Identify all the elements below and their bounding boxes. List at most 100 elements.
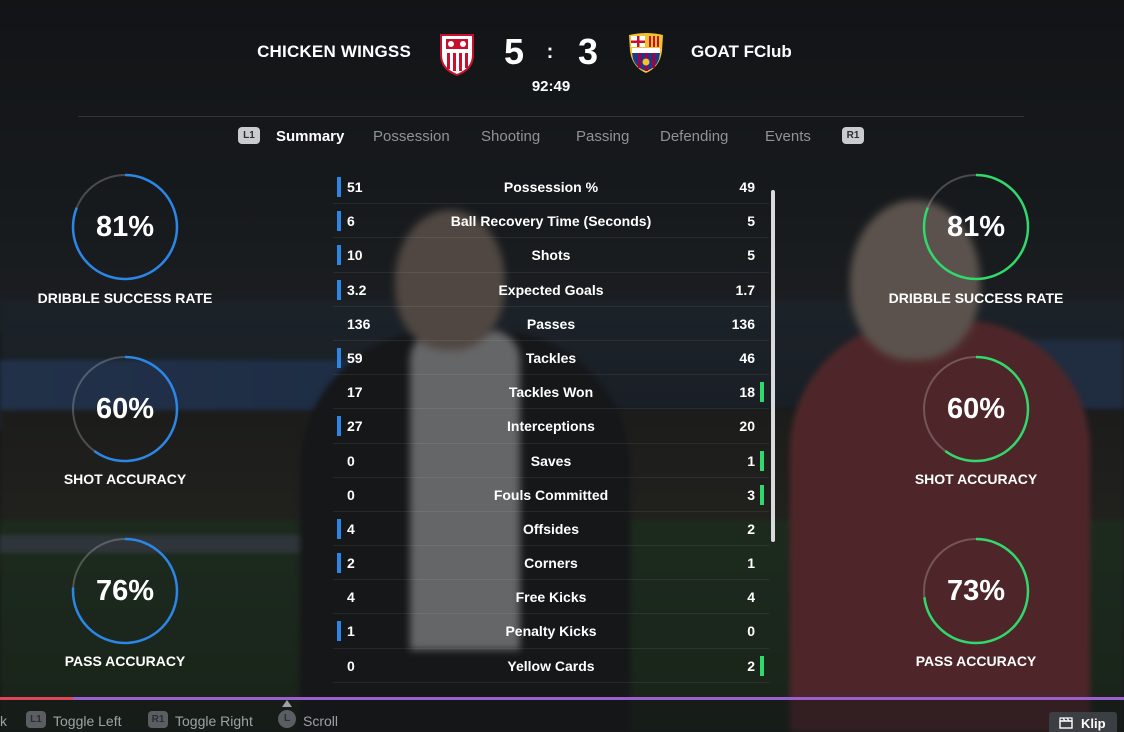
home-stat-value: 4 (347, 589, 355, 606)
tab-defending[interactable]: Defending (660, 128, 728, 145)
away-stat-value: 2 (747, 657, 755, 674)
hint-toggle-left[interactable]: Toggle Left (53, 713, 122, 729)
home-lead-bar (337, 177, 341, 197)
stat-label: Free Kicks (515, 589, 587, 606)
left-stick-icon: L (278, 710, 296, 728)
match-clock: 92:49 (531, 78, 571, 95)
stat-label: Tackles (525, 349, 577, 366)
home-stat-value: 6 (347, 213, 355, 230)
away-lead-bar (760, 382, 764, 403)
stat-label: Ball Recovery Time (Seconds) (450, 213, 652, 230)
away-stat-value: 5 (747, 213, 755, 230)
tab-passing[interactable]: Passing (576, 128, 629, 145)
stat-label: Fouls Committed (493, 486, 609, 503)
home-score: 5 (503, 31, 525, 72)
away-stat-value: 136 (731, 315, 755, 332)
stat-row-penalty-kicks: 1 Penalty Kicks 0 (333, 614, 769, 649)
hint-scroll[interactable]: Scroll (303, 713, 338, 729)
home-stat-value: 0 (347, 486, 355, 503)
home-stat-value: 136 (347, 315, 371, 332)
score-separator: : (546, 41, 554, 63)
home-stat-value: 4 (347, 520, 355, 537)
away-stat-value: 20 (739, 418, 755, 435)
stat-row-shots: 10 Shots 5 (333, 238, 769, 273)
stat-row-expected-goals: 3.2 Expected Goals 1.7 (333, 273, 769, 307)
away-dribble-label: DRIBBLE SUCCESS RATE (888, 290, 1064, 306)
home-stat-value: 59 (347, 349, 363, 366)
home-stat-value: 0 (347, 657, 355, 674)
away-team-name: GOAT FClub (691, 42, 792, 61)
match-stats-table[interactable]: 5 1 Possession % 49 6 Ball Recovery Time (Se… (333, 170, 769, 683)
away-stat-value: 18 (739, 384, 755, 401)
home-dribble-value: 81% (95, 211, 155, 243)
stats-scrollbar[interactable] (771, 190, 775, 542)
away-pass-value: 73% (946, 575, 1006, 607)
home-lead-bar (337, 518, 341, 539)
tab-summary[interactable]: Summary (276, 128, 344, 145)
stat-row-yellow-cards: 0 Yellow Cards 2 (333, 649, 769, 683)
home-stat-value: 2 (347, 555, 355, 572)
away-lead-bar (760, 484, 764, 505)
away-lead-bar (760, 655, 764, 676)
home-shot-label: SHOT ACCURACY (63, 471, 187, 487)
stat-label: Possession % (503, 179, 599, 195)
stat-label: Penalty Kicks (505, 623, 597, 640)
stats-tab-bar: L1 Summary Possession Shooting Passing D… (0, 125, 1124, 151)
stick-up-arrow-icon (282, 700, 292, 707)
l1-button-icon[interactable]: L1 (238, 127, 260, 144)
away-score: 3 (577, 31, 599, 72)
stat-label: Yellow Cards (507, 657, 595, 674)
tab-events[interactable]: Events (765, 128, 811, 145)
stat-row-ball-recovery: 6 Ball Recovery Time (Seconds) 5 (333, 204, 769, 239)
home-lead-bar (337, 211, 341, 232)
stat-row-corners: 2 Corners 1 (333, 546, 769, 581)
home-dribble-ring: 81% (71, 173, 179, 281)
away-stat-value: 5 (747, 247, 755, 264)
home-lead-bar (337, 347, 341, 368)
home-stat-value: 10 (347, 247, 363, 264)
stat-label: Passes (526, 315, 576, 332)
away-shot-ring: 60% (922, 355, 1030, 463)
away-stat-value: 0 (747, 623, 755, 640)
home-pass-value: 76% (95, 575, 155, 607)
klip-button[interactable]: Klip (1049, 712, 1117, 732)
stat-row-interceptions: 27 Interceptions 20 (333, 409, 769, 444)
hint-toggle-right[interactable]: Toggle Right (175, 713, 253, 729)
stat-row-offsides: 4 Offsides 2 (333, 512, 769, 547)
home-stat-value: 3.2 (347, 281, 367, 298)
away-stat-value: 3 (747, 486, 755, 503)
r1-button-icon[interactable]: R1 (842, 127, 864, 144)
header-divider (78, 116, 1024, 117)
home-stat-value: 17 (347, 384, 363, 401)
home-lead-bar (337, 279, 341, 300)
klip-label: Klip (1081, 716, 1106, 731)
button-hint-bar: k L1 Toggle Left R1 Toggle Right L Scrol… (0, 700, 1124, 732)
away-stat-value: 1 (747, 555, 755, 572)
stat-label: Shots (531, 247, 571, 264)
stat-row-saves: 0 Saves 1 (333, 444, 769, 478)
away-lead-bar (760, 450, 764, 471)
home-stat-value: 1 (347, 623, 355, 640)
away-shot-value: 60% (946, 393, 1006, 425)
home-lead-bar (337, 245, 341, 266)
tab-shooting[interactable]: Shooting (481, 128, 540, 145)
hint-cut-text: k (0, 713, 7, 729)
sevilla-crest-icon (437, 31, 477, 77)
home-shot-value: 60% (95, 393, 155, 425)
home-pass-label: PASS ACCURACY (64, 653, 186, 669)
away-pass-label: PASS ACCURACY (915, 653, 1037, 669)
away-stat-value: 49 (739, 179, 755, 195)
scoreboard: CHICKEN WINGSS 5 : 3 GOAT FClub 92:49 (0, 28, 1124, 117)
stat-row-fouls: 0 Fouls Committed 3 (333, 478, 769, 512)
away-dribble-ring: 81% (922, 173, 1030, 281)
away-stat-value: 4 (747, 589, 755, 606)
stat-label: Offsides (522, 520, 579, 537)
home-shot-ring: 60% (71, 355, 179, 463)
stat-label: Corners (524, 555, 578, 572)
away-stat-value: 46 (739, 349, 755, 366)
stat-row-free-kicks: 4 Free Kicks 4 (333, 580, 769, 615)
tab-possession[interactable]: Possession (373, 128, 450, 145)
home-lead-bar (337, 553, 341, 574)
home-dribble-label: DRIBBLE SUCCESS RATE (37, 290, 213, 306)
r1-button-icon: R1 (148, 711, 168, 728)
